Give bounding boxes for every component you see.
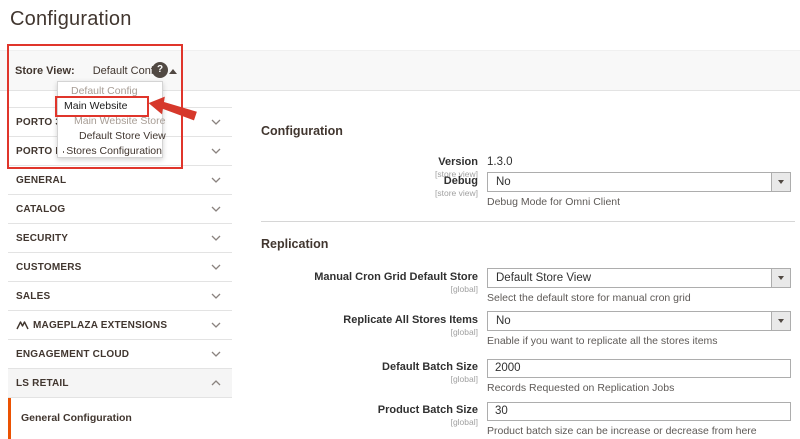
chevron-down-icon (211, 177, 221, 183)
field-scope: [global] (450, 417, 478, 427)
sidebar-item-ls-retail[interactable]: LS RETAIL (8, 369, 232, 398)
store-view-label: Store View: (15, 64, 75, 77)
caret-up-icon (169, 68, 178, 74)
config-form: Configuration Version [store view] 1.3.0… (261, 0, 796, 439)
field-label: Version (438, 156, 478, 168)
menu-item-main-website-store[interactable]: Main Website Store (58, 114, 165, 129)
product-batch-size-input[interactable] (487, 401, 791, 421)
chevron-down-icon (211, 293, 221, 299)
help-icon[interactable]: ? (152, 62, 168, 78)
section-divider (261, 221, 795, 222)
field-helper: Records Requested on Replication Jobs (487, 381, 675, 394)
chevron-down-icon (771, 312, 790, 330)
sidebar-item-customers[interactable]: CUSTOMERS (8, 253, 232, 282)
debug-select[interactable]: No (487, 172, 791, 192)
chevron-down-icon (211, 264, 221, 270)
field-helper: Select the default store for manual cron… (487, 292, 691, 304)
version-value: 1.3.0 (487, 156, 513, 168)
chevron-down-icon (211, 351, 221, 357)
sidebar-item-sales[interactable]: SALES (8, 282, 232, 311)
field-scope: [global] (450, 284, 478, 294)
sidebar-item-general-configuration[interactable]: General Configuration (8, 397, 232, 439)
field-row-default-batch-size: Default Batch Size [global] Records Requ… (261, 358, 796, 394)
store-switcher-dropdown: Default Config Main Website Main Website… (57, 81, 166, 159)
menu-item-default-store-view[interactable]: Default Store View (58, 129, 166, 144)
field-scope: [global] (450, 327, 478, 337)
chevron-down-icon (211, 119, 221, 125)
menu-item-stores-configuration[interactable]: Stores Configuration (58, 144, 162, 159)
field-label: Product Batch Size (377, 404, 478, 416)
sidebar-item-catalog[interactable]: CATALOG (8, 195, 232, 224)
section-heading-configuration: Configuration (261, 124, 343, 138)
menu-item-main-website[interactable]: Main Website (58, 99, 162, 114)
chevron-down-icon (211, 235, 221, 241)
sidebar-item-mageplaza-extensions[interactable]: MAGEPLAZA EXTENSIONS (8, 311, 232, 340)
section-heading-replication: Replication (261, 237, 329, 251)
chevron-up-icon (211, 380, 221, 386)
manual-cron-grid-default-store-select[interactable]: Default Store View (487, 268, 791, 288)
sidebar-item-engagement-cloud[interactable]: ENGAGEMENT CLOUD (8, 340, 232, 369)
field-row-manual-cron-grid-default-store: Manual Cron Grid Default Store [global] … (261, 268, 796, 304)
chevron-down-icon (771, 269, 790, 287)
chevron-down-icon (771, 173, 790, 191)
sidebar-item-security[interactable]: SECURITY (8, 224, 232, 253)
mageplaza-logo-icon (16, 321, 29, 330)
page-title: Configuration (10, 8, 132, 30)
field-helper: Enable if you want to replicate all the … (487, 335, 718, 347)
field-scope: [global] (450, 374, 478, 384)
field-label: Debug (443, 175, 478, 187)
field-row-replicate-all-stores-items: Replicate All Stores Items [global] No E… (261, 311, 796, 347)
field-helper: Product batch size can be increase or de… (487, 424, 757, 437)
field-helper: Debug Mode for Omni Client (487, 196, 621, 208)
field-row-debug: Debug [store view] No Debug Mode for Omn… (261, 172, 796, 208)
chevron-down-icon (211, 148, 221, 154)
replicate-all-stores-items-select[interactable]: No (487, 311, 791, 331)
default-batch-size-input[interactable] (487, 358, 791, 378)
field-label: Default Batch Size (382, 361, 478, 373)
field-row-product-batch-size: Product Batch Size [global] Product batc… (261, 401, 796, 437)
menu-item-default-config[interactable]: Default Config (58, 84, 162, 99)
chevron-down-icon (211, 206, 221, 212)
chevron-down-icon (211, 322, 221, 328)
field-label: Manual Cron Grid Default Store (314, 271, 478, 283)
field-scope: [store view] (435, 188, 478, 198)
sidebar-item-general[interactable]: GENERAL (8, 166, 232, 195)
field-label: Replicate All Stores Items (343, 314, 478, 326)
